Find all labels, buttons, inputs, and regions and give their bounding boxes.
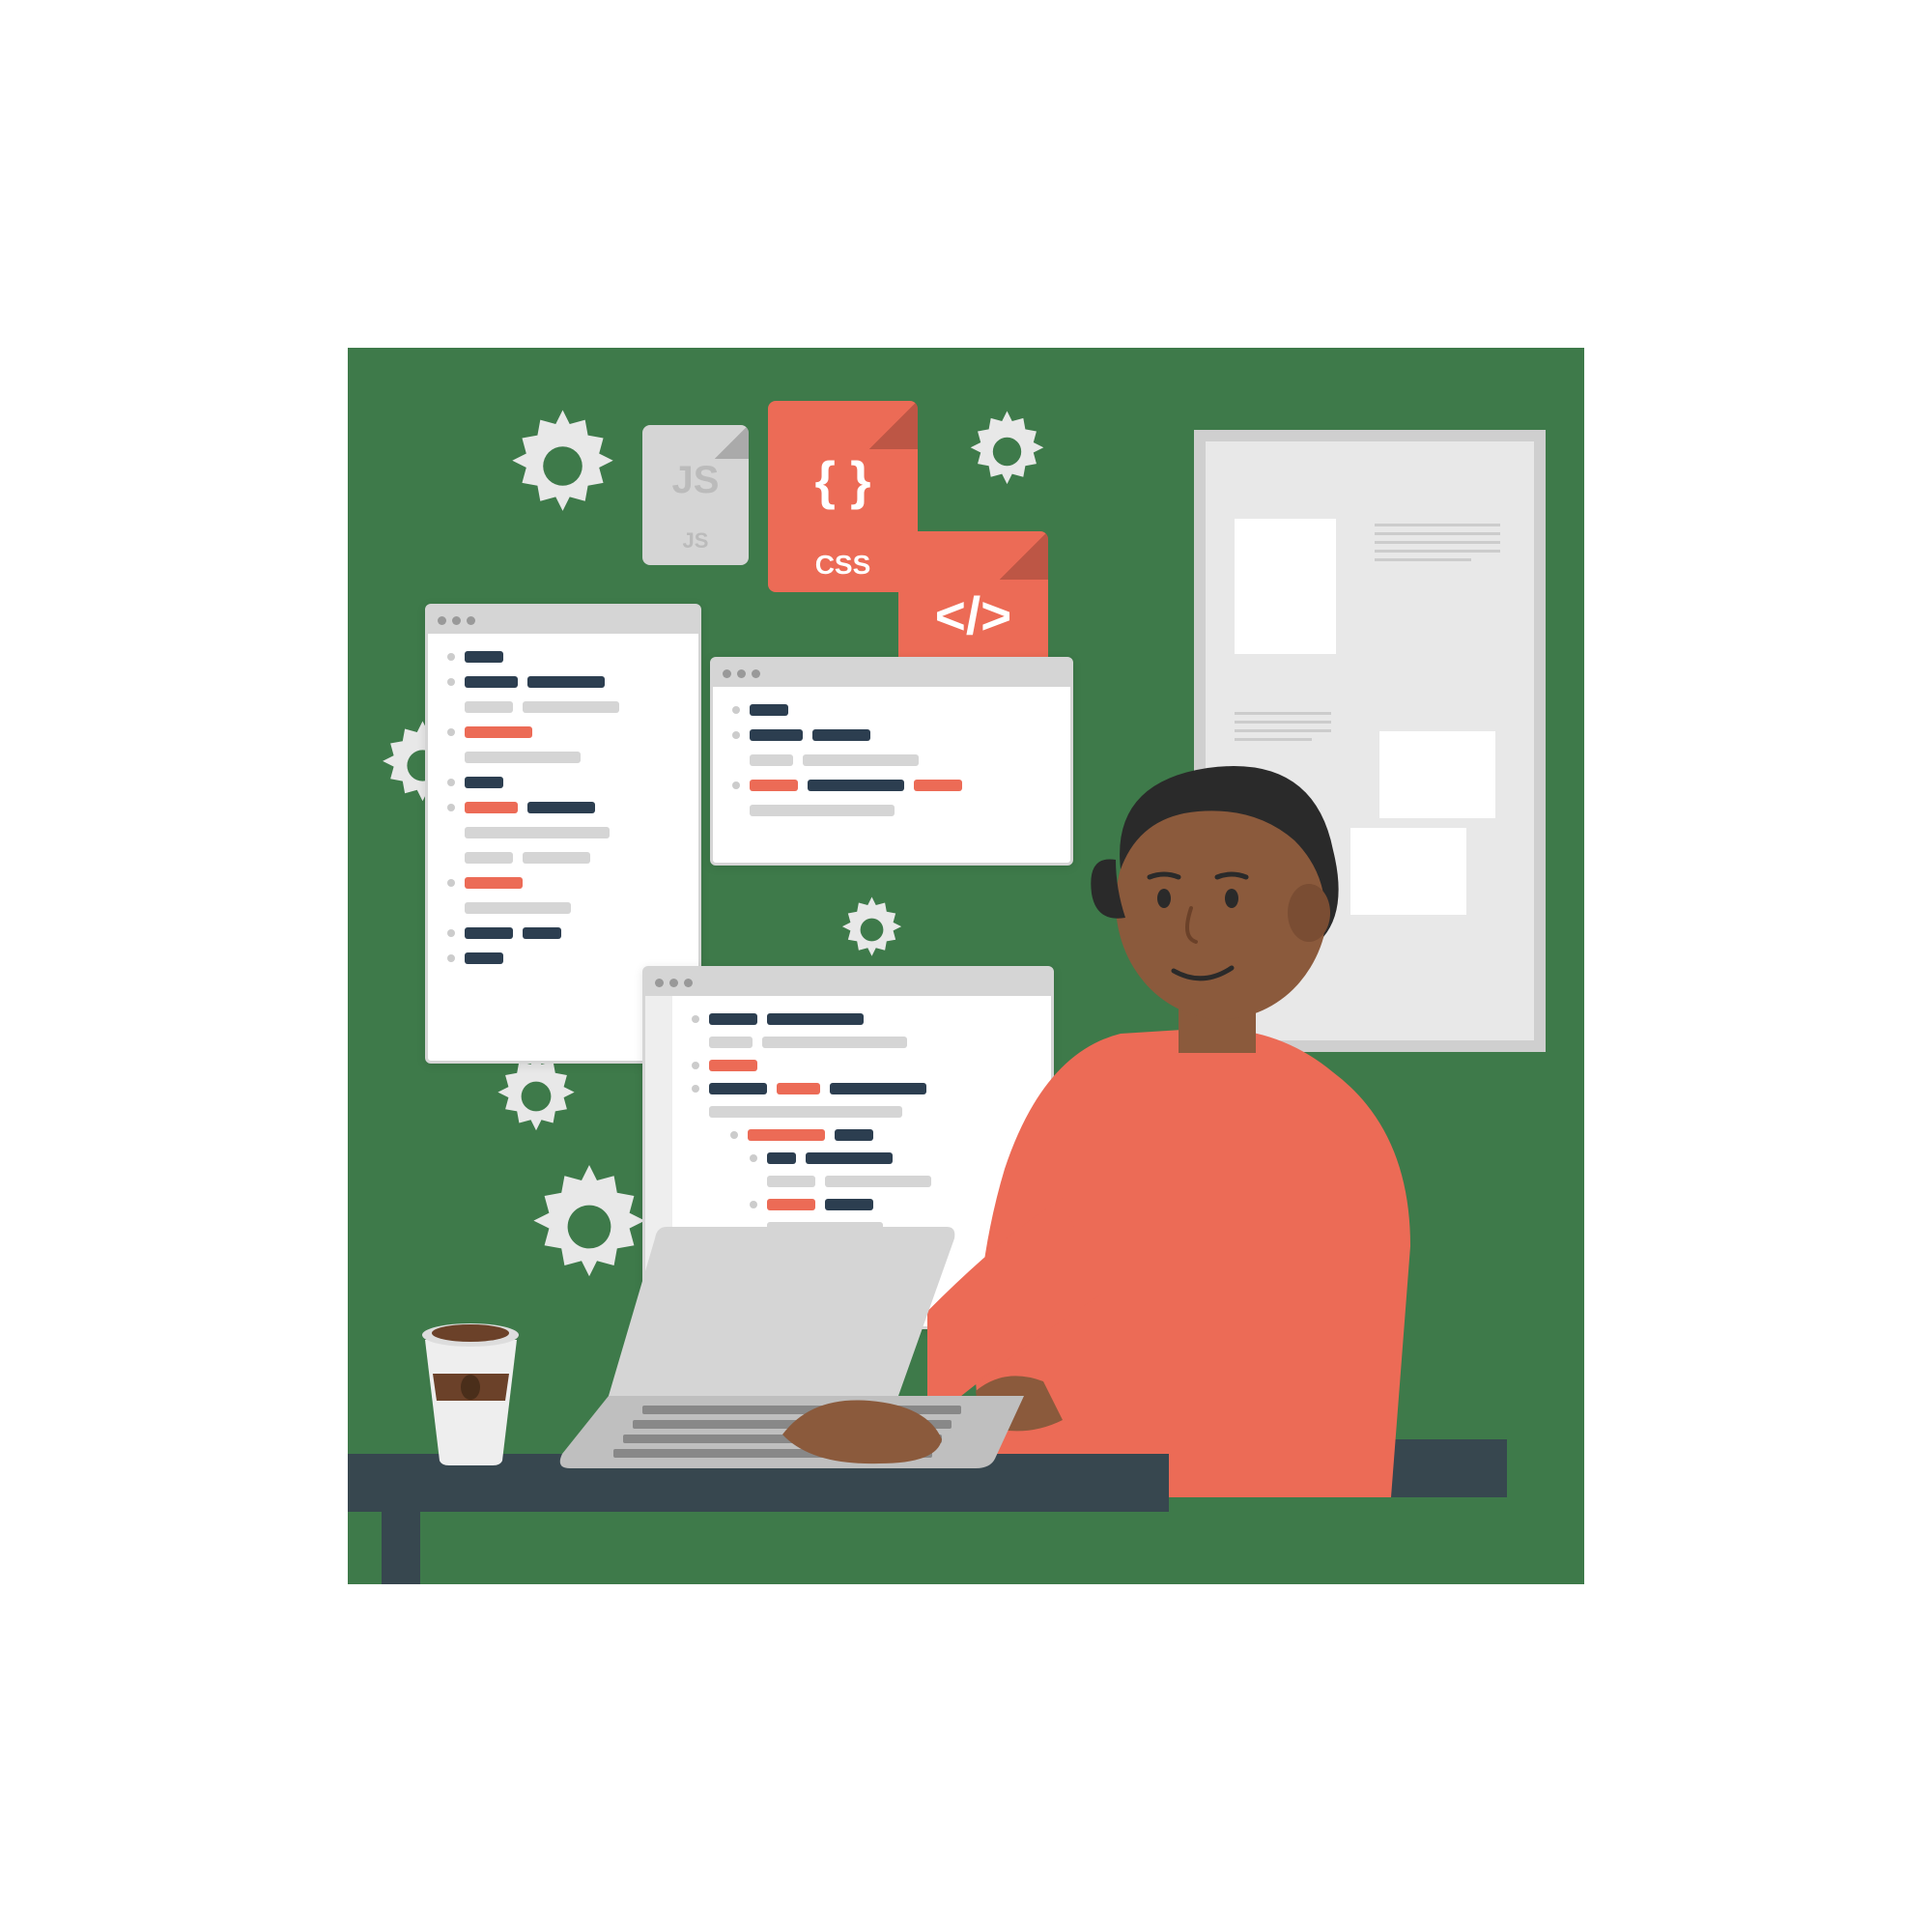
hand	[763, 1386, 956, 1473]
illustration-canvas: JS JS { } CSS </> HTML	[348, 348, 1584, 1584]
js-label: JS	[642, 528, 749, 554]
css-symbol: { }	[768, 449, 918, 511]
html-symbol: </>	[898, 584, 1048, 646]
window-titlebar	[428, 607, 698, 634]
gear-icon	[493, 396, 633, 536]
gear-icon	[956, 401, 1058, 502]
gear-icon	[831, 889, 913, 971]
coffee-cup	[415, 1316, 526, 1465]
css-file-icon: { } CSS	[768, 401, 918, 592]
js-file-icon: JS JS	[642, 425, 749, 565]
css-label: CSS	[768, 550, 918, 581]
desk-leg	[382, 1507, 420, 1584]
js-symbol: JS	[642, 459, 749, 502]
window-titlebar	[713, 660, 1070, 687]
